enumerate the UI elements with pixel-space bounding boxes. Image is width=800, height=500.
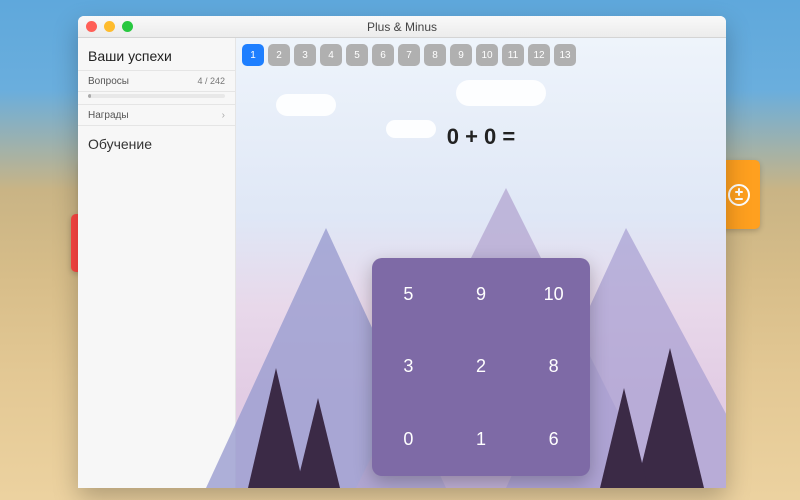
question-tab-13[interactable]: 13 xyxy=(554,44,576,66)
question-tab-9[interactable]: 9 xyxy=(450,44,472,66)
question-tab-2[interactable]: 2 xyxy=(268,44,290,66)
answer-10[interactable]: 10 xyxy=(517,258,590,331)
question-tab-4[interactable]: 4 xyxy=(320,44,342,66)
questions-progress xyxy=(88,94,225,98)
app-window: Plus & Minus Ваши успехи Вопросы 4 / 242… xyxy=(78,16,726,488)
question-tab-8[interactable]: 8 xyxy=(424,44,446,66)
awards-label: Награды xyxy=(88,110,129,121)
questions-row[interactable]: Вопросы 4 / 242 xyxy=(78,70,235,92)
plusminus-icon xyxy=(726,182,752,208)
answer-9[interactable]: 9 xyxy=(445,258,518,331)
awards-row[interactable]: Награды › xyxy=(78,104,235,126)
answer-grid: 5910 328016 xyxy=(372,258,590,476)
answer-1[interactable]: 1 xyxy=(445,403,518,476)
zoom-icon[interactable] xyxy=(122,21,133,32)
learning-heading: Обучение xyxy=(78,126,235,158)
questions-label: Вопросы xyxy=(88,76,129,87)
question-tab-10[interactable]: 10 xyxy=(476,44,498,66)
question-tab-1[interactable]: 1 xyxy=(242,44,264,66)
question-tab-3[interactable]: 3 xyxy=(294,44,316,66)
answer-8[interactable]: 8 xyxy=(517,331,590,404)
question-tab-11[interactable]: 11 xyxy=(502,44,524,66)
minimize-icon[interactable] xyxy=(104,21,115,32)
question-tab-12[interactable]: 12 xyxy=(528,44,550,66)
answer-2[interactable]: 2 xyxy=(445,331,518,404)
close-icon[interactable] xyxy=(86,21,97,32)
answer-3[interactable]: 3 xyxy=(372,331,445,404)
answer-6[interactable]: 6 xyxy=(517,403,590,476)
answer-0[interactable]: 0 xyxy=(372,403,445,476)
titlebar: Plus & Minus xyxy=(78,16,726,38)
question-tabs: 12345678910111213 xyxy=(242,44,720,66)
equation-text: 0 + 0 = xyxy=(236,124,726,150)
question-tab-7[interactable]: 7 xyxy=(398,44,420,66)
questions-counter: 4 / 242 xyxy=(197,76,225,86)
progress-heading: Ваши успехи xyxy=(78,42,235,70)
window-title: Plus & Minus xyxy=(78,20,726,34)
question-tab-5[interactable]: 5 xyxy=(346,44,368,66)
question-tab-6[interactable]: 6 xyxy=(372,44,394,66)
chevron-right-icon: › xyxy=(222,110,225,121)
quiz-area: 12345678910111213 0 + 0 = 5910328016 xyxy=(236,38,726,488)
answer-5[interactable]: 5 xyxy=(372,258,445,331)
